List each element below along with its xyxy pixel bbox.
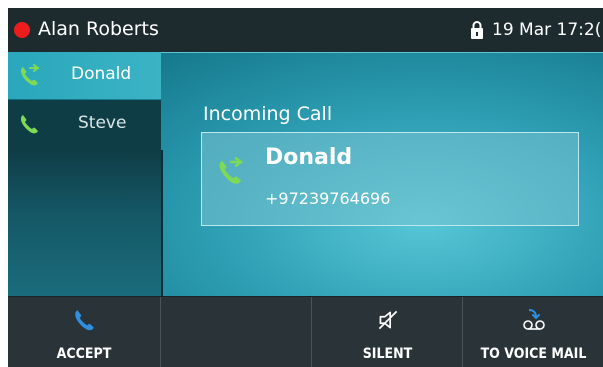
status-bar: Alan Roberts 19 Mar 17:2( <box>8 8 603 53</box>
voicemail-icon <box>522 309 545 330</box>
silent-button[interactable]: SILENT <box>311 297 463 367</box>
accept-button[interactable]: ACCEPT <box>8 297 160 367</box>
phone-icon <box>20 115 38 134</box>
accept-label: ACCEPT <box>56 346 112 362</box>
date-time: 19 Mar 17:2( <box>492 20 602 40</box>
user-name: Alan Roberts <box>38 18 159 40</box>
softkey-bar: ACCEPT SILENT TO VOICE MAIL <box>8 296 603 367</box>
incoming-call-icon <box>219 157 244 184</box>
phone-icon <box>75 310 94 331</box>
incoming-call-icon <box>20 64 40 86</box>
empty-softkey[interactable] <box>160 297 312 367</box>
speaker-mute-icon <box>378 310 397 330</box>
caller-name: Donald <box>265 145 353 170</box>
line-item-donald[interactable]: Donald <box>8 52 161 99</box>
line-item-steve[interactable]: Steve <box>8 100 161 150</box>
phone-screen: Alan Roberts 19 Mar 17:2( Donald Steve I… <box>8 8 603 367</box>
to-voice-mail-label: TO VOICE MAIL <box>480 346 587 362</box>
incoming-call-card[interactable]: Donald +97239764696 <box>201 132 579 226</box>
silent-label: SILENT <box>362 346 413 362</box>
to-voice-mail-button[interactable]: TO VOICE MAIL <box>462 297 603 367</box>
caller-number: +97239764696 <box>265 189 391 208</box>
incoming-call-heading: Incoming Call <box>203 103 333 125</box>
line-label: Steve <box>78 113 127 133</box>
lock-icon <box>471 21 483 39</box>
sidebar-empty-area <box>8 150 163 296</box>
presence-status-indicator <box>14 22 30 38</box>
line-label: Donald <box>71 64 132 84</box>
